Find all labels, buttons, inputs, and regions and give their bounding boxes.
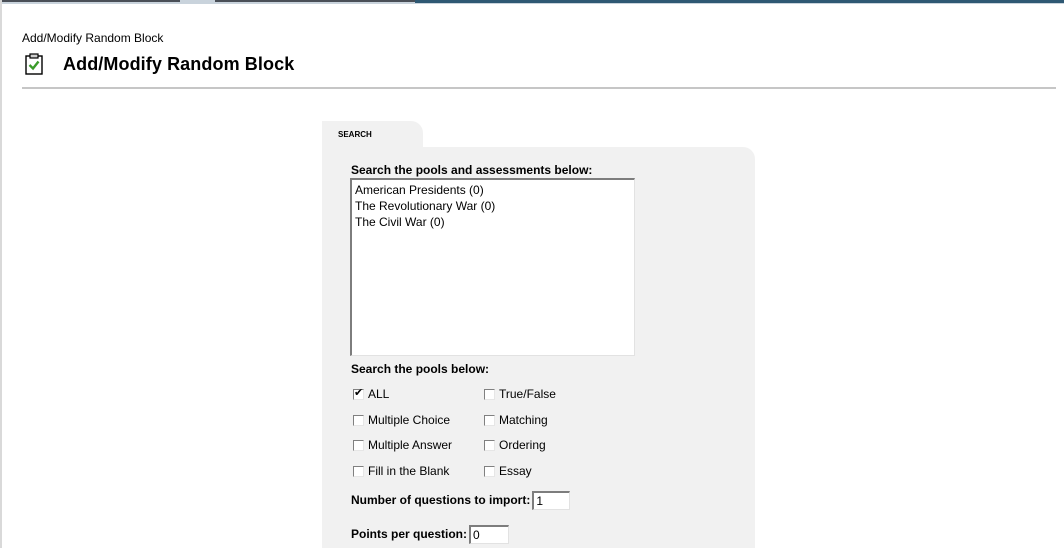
- top-bar-segment: [415, 0, 1064, 3]
- checkbox[interactable]: [353, 414, 364, 426]
- checkbox-multiple-answer[interactable]: Multiple Answer: [353, 437, 452, 453]
- checkbox-label: Matching: [499, 413, 548, 427]
- checkbox-essay[interactable]: Essay: [484, 463, 532, 479]
- checkbox[interactable]: [353, 465, 364, 477]
- checkbox[interactable]: [484, 414, 495, 426]
- checkbox-multiple-choice[interactable]: Multiple Choice: [353, 412, 450, 428]
- checkbox[interactable]: [484, 388, 495, 400]
- top-bar-segment: [215, 0, 415, 2]
- checkbox-true-false[interactable]: True/False: [484, 386, 556, 402]
- checkbox-matching[interactable]: Matching: [484, 412, 548, 428]
- checkbox[interactable]: [484, 439, 495, 451]
- pools-assessments-label: Search the pools and assessments below:: [351, 163, 593, 177]
- checkbox-label: Ordering: [499, 438, 546, 452]
- tab-search-label: SEARCH: [338, 130, 372, 139]
- checkbox[interactable]: [484, 465, 495, 477]
- check-mark-icon: ✔: [354, 386, 364, 399]
- checkbox[interactable]: ✔: [353, 386, 364, 400]
- page: Add/Modify Random Block Add/Modify Rando…: [0, 0, 1064, 548]
- breadcrumb: Add/Modify Random Block: [22, 31, 164, 45]
- checkbox-ordering[interactable]: Ordering: [484, 437, 546, 453]
- list-item[interactable]: American Presidents (0): [355, 182, 631, 198]
- num-questions-input[interactable]: [532, 490, 571, 510]
- checkbox-label: ALL: [368, 387, 390, 401]
- list-item[interactable]: The Revolutionary War (0): [355, 198, 631, 214]
- points-label: Points per question:: [351, 527, 468, 541]
- top-bar-segment: [0, 0, 180, 2]
- num-questions-row: Number of questions to import:: [351, 490, 571, 510]
- num-questions-label: Number of questions to import:: [351, 493, 531, 507]
- pools-label: Search the pools below:: [351, 362, 490, 376]
- checkbox-label: Multiple Answer: [368, 438, 453, 452]
- checkbox-all[interactable]: ✔ ALL: [353, 386, 389, 402]
- checkbox-label: Multiple Choice: [368, 413, 451, 427]
- top-bar: [0, 0, 1064, 4]
- points-row: Points per question:: [351, 524, 510, 544]
- points-input[interactable]: [469, 524, 510, 544]
- list-item[interactable]: The Civil War (0): [355, 214, 631, 230]
- clipboard-check-icon: [25, 53, 43, 75]
- checkbox-label: Essay: [499, 464, 532, 478]
- pools-assessments-listbox[interactable]: American Presidents (0) The Revolutionar…: [350, 178, 635, 356]
- checkbox-label: Fill in the Blank: [368, 464, 450, 478]
- tab-search[interactable]: SEARCH: [322, 121, 423, 148]
- checkbox-fill-in-the-blank[interactable]: Fill in the Blank: [353, 463, 449, 479]
- title-row: Add/Modify Random Block: [25, 51, 294, 77]
- checkbox-label: True/False: [499, 387, 556, 401]
- left-divider: [0, 0, 2, 548]
- header-divider: [22, 87, 1056, 89]
- page-title: Add/Modify Random Block: [63, 53, 295, 74]
- checkbox[interactable]: [353, 439, 364, 451]
